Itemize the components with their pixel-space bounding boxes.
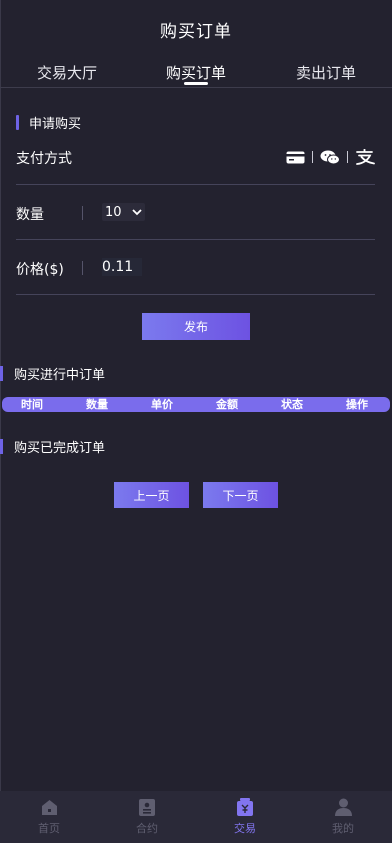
trade-icon [236, 798, 254, 816]
column-header-status: 状态 [281, 398, 303, 411]
section-accent-bar [0, 438, 3, 454]
orders-table-header: 时间 数量 单价 金额 状态 操作 [2, 397, 390, 412]
next-page-button[interactable]: 下一页 [203, 482, 278, 508]
tab-sell-orders[interactable]: 卖出订单 [296, 62, 356, 83]
payment-method-row: 支付方式 [16, 140, 375, 185]
column-header-action: 操作 [346, 398, 368, 411]
user-icon [334, 798, 352, 816]
icon-divider [312, 151, 313, 163]
alipay-icon[interactable] [355, 149, 375, 165]
order-tabs: 交易大厅 购买订单 卖出订单 [0, 60, 392, 88]
prev-page-button[interactable]: 上一页 [114, 482, 189, 508]
section-accent-bar [0, 365, 3, 381]
payment-method-label: 支付方式 [16, 151, 72, 167]
chevron-down-icon [131, 205, 142, 220]
in-progress-title-text: 购买进行中订单 [14, 367, 106, 383]
apply-buy-section-title: 申请购买 [16, 114, 82, 132]
left-border [0, 0, 1, 843]
column-header-unit-price: 单价 [151, 398, 173, 411]
column-header-quantity: 数量 [86, 398, 108, 411]
completed-title-text: 购买已完成订单 [14, 440, 106, 456]
nav-item-home[interactable]: 首页 [0, 791, 98, 843]
price-row: 价格($) 0.11 [16, 240, 375, 295]
column-header-amount: 金额 [216, 398, 238, 411]
page-title: 购买订单 [160, 21, 232, 42]
bottom-nav: 首页 合约 交易 我的 [0, 791, 392, 843]
section-accent-bar [16, 114, 19, 130]
nav-label-trade: 交易 [234, 822, 256, 835]
nav-label-profile: 我的 [332, 822, 354, 835]
in-progress-orders-title: 购买进行中订单 [0, 365, 106, 383]
quantity-label: 数量 [16, 207, 44, 223]
column-header-time: 时间 [21, 398, 43, 411]
contract-icon [138, 798, 156, 816]
tab-buy-orders[interactable]: 购买订单 [166, 62, 226, 83]
icon-divider [347, 151, 348, 163]
wechat-icon[interactable] [320, 150, 340, 165]
nav-label-contract: 合约 [136, 822, 158, 835]
bank-card-icon[interactable] [286, 151, 305, 164]
home-icon [40, 798, 58, 816]
quantity-row: 数量 10 [16, 185, 375, 240]
section-title-text: 申请购买 [29, 116, 82, 132]
nav-item-profile[interactable]: 我的 [294, 791, 392, 843]
tab-trading-hall[interactable]: 交易大厅 [37, 62, 97, 83]
field-divider [82, 206, 83, 220]
nav-item-contract[interactable]: 合约 [98, 791, 196, 843]
payment-icons [286, 148, 375, 166]
nav-label-home: 首页 [38, 822, 60, 835]
page-header: 购买订单 [0, 0, 392, 58]
quantity-value: 10 [105, 204, 122, 220]
price-input[interactable]: 0.11 [102, 258, 142, 276]
active-tab-indicator [184, 82, 208, 85]
quantity-select[interactable]: 10 [102, 203, 145, 221]
nav-item-trade[interactable]: 交易 [196, 791, 294, 843]
publish-button[interactable]: 发布 [142, 313, 250, 340]
price-label: 价格($) [16, 262, 64, 278]
field-divider [82, 261, 83, 275]
completed-orders-title: 购买已完成订单 [0, 438, 106, 456]
